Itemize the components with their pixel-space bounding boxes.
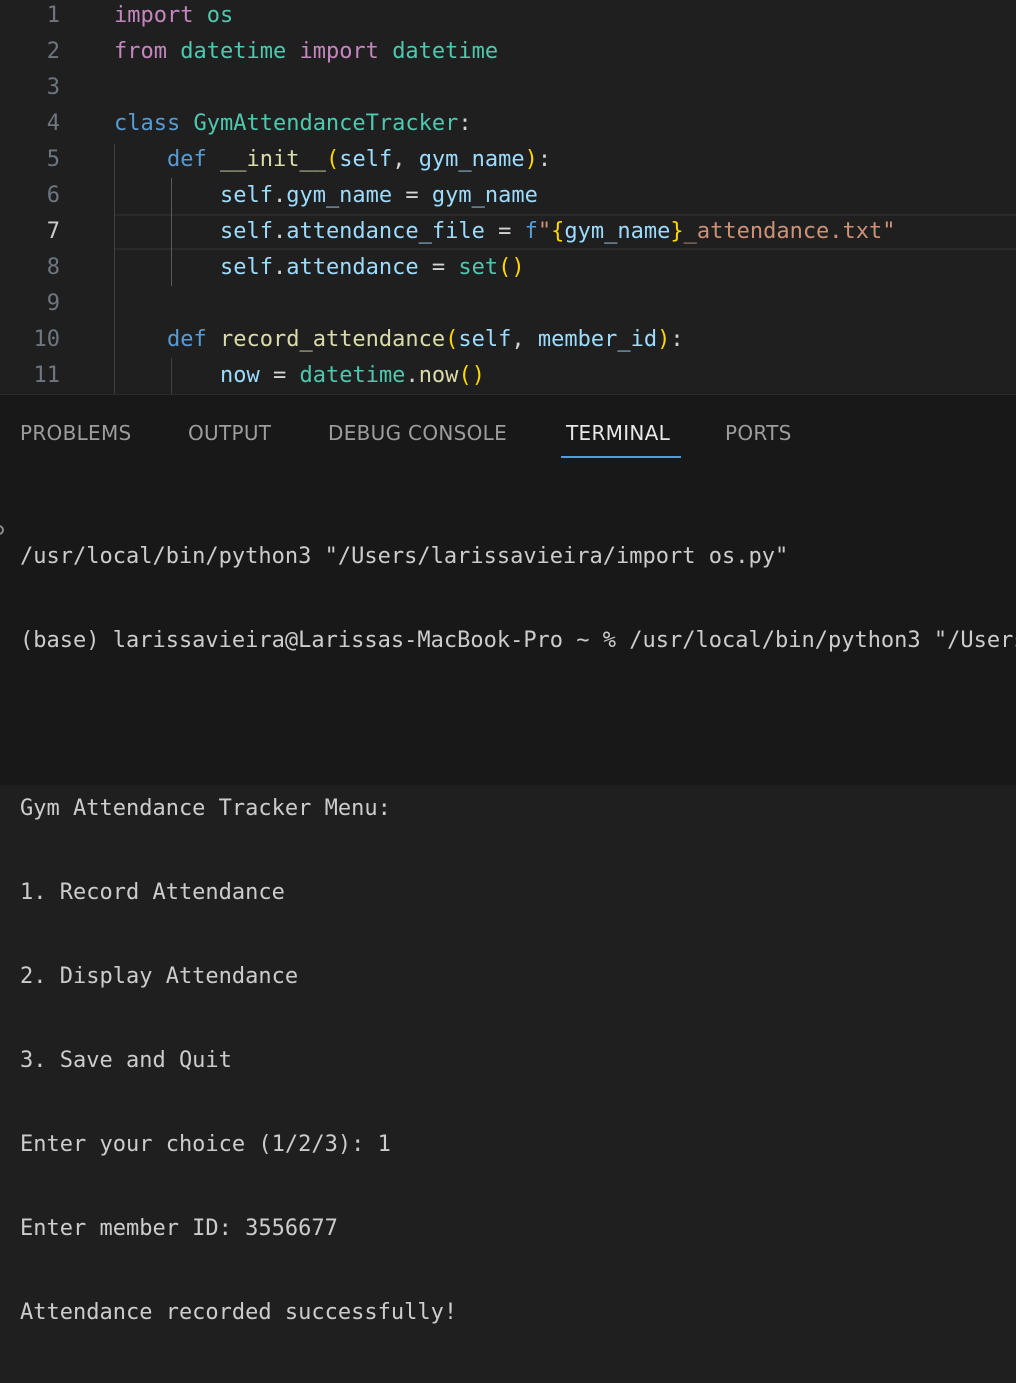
code-text[interactable]: self.attendance = set() — [114, 250, 525, 286]
code-text[interactable]: class GymAttendanceTracker: — [114, 106, 472, 142]
code-editor[interactable]: 1 import os 2 from datetime import datet… — [0, 0, 1016, 394]
code-line-2[interactable]: 2 from datetime import datetime — [0, 34, 1016, 70]
line-number: 3 — [46, 75, 60, 100]
terminal-line: Gym Attendance Tracker Menu: — [20, 796, 391, 821]
line-number: 8 — [46, 255, 60, 280]
code-text[interactable]: self.attendance_file = f"{gym_name}_atte… — [114, 214, 896, 250]
code-line-3[interactable]: 3 — [0, 70, 1016, 106]
terminal-output[interactable]: /usr/local/bin/python3 "/Users/larissavi… — [20, 487, 1016, 1383]
code-line-10[interactable]: 10 def record_attendance(self, member_id… — [0, 322, 1016, 358]
code-text[interactable]: now = datetime.now() — [114, 358, 485, 394]
line-number: 1 — [46, 3, 60, 28]
code-text[interactable]: import os — [114, 0, 233, 34]
code-text[interactable]: def __init__(self, gym_name): — [114, 142, 551, 178]
code-text[interactable]: self.gym_name = gym_name — [114, 178, 538, 214]
terminal-line: 3. Save and Quit — [20, 1048, 232, 1073]
terminal-line: 2. Display Attendance — [20, 964, 299, 989]
line-number: 9 — [46, 291, 60, 316]
terminal-line: 1. Record Attendance — [20, 880, 285, 905]
command-decoration-icon[interactable] — [0, 525, 4, 535]
code-line-6[interactable]: 6 self.gym_name = gym_name — [0, 178, 1016, 214]
code-text[interactable]: def record_attendance(self, member_id): — [114, 322, 684, 358]
terminal-line: Attendance recorded successfully! — [20, 1300, 458, 1325]
tab-terminal[interactable]: TERMINAL — [566, 415, 670, 451]
line-number: 10 — [33, 327, 61, 352]
terminal-line: /usr/local/bin/python3 "/Users/larissavi… — [20, 544, 789, 569]
code-line-7[interactable]: 7 self.attendance_file = f"{gym_name}_at… — [0, 214, 1016, 250]
active-tab-indicator — [561, 456, 681, 458]
terminal-line: Enter your choice (1/2/3): 1 — [20, 1132, 391, 1157]
code-line-11[interactable]: 11 now = datetime.now() — [0, 358, 1016, 394]
code-line-1[interactable]: 1 import os — [0, 0, 1016, 34]
code-line-9[interactable]: 9 — [0, 286, 1016, 322]
line-number: 6 — [46, 183, 60, 208]
code-text[interactable]: from datetime import datetime — [114, 34, 498, 70]
tab-ports[interactable]: PORTS — [725, 415, 792, 451]
line-number: 7 — [46, 219, 60, 244]
tab-problems[interactable]: PROBLEMS — [20, 415, 132, 451]
tab-debug-console[interactable]: DEBUG CONSOLE — [328, 415, 507, 451]
code-line-4[interactable]: 4 class GymAttendanceTracker: — [0, 106, 1016, 142]
bottom-panel: PROBLEMS OUTPUT DEBUG CONSOLE TERMINAL P… — [0, 394, 1016, 1325]
line-number: 11 — [33, 363, 61, 388]
line-number: 5 — [46, 147, 60, 172]
terminal-line: Enter member ID: 3556677 — [20, 1216, 338, 1241]
panel-tabs: PROBLEMS OUTPUT DEBUG CONSOLE TERMINAL P… — [0, 395, 1016, 465]
tab-output[interactable]: OUTPUT — [188, 415, 271, 451]
code-line-8[interactable]: 8 self.attendance = set() — [0, 250, 1016, 286]
code-line-5[interactable]: 5 def __init__(self, gym_name): — [0, 142, 1016, 178]
terminal-line: (base) larissavieira@Larissas-MacBook-Pr… — [20, 628, 1016, 653]
line-number: 4 — [46, 111, 60, 136]
line-number: 2 — [46, 39, 60, 64]
